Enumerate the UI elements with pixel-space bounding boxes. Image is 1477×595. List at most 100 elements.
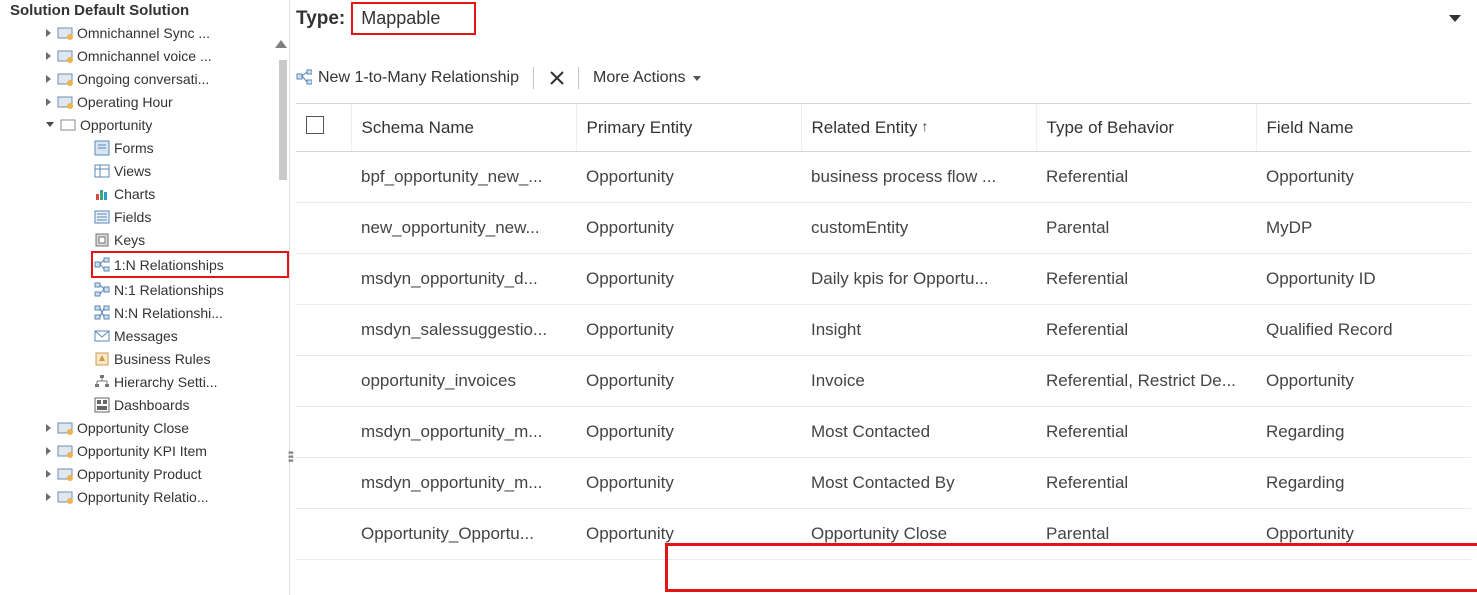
cell-field: Opportunity [1256, 356, 1471, 407]
cell-field: MyDP [1256, 203, 1471, 254]
tree-node-business-rules[interactable]: Business Rules [94, 347, 289, 370]
cell-primary: Opportunity [576, 407, 801, 458]
tree-node-dashboards[interactable]: Dashboards [94, 393, 289, 416]
column-header-schema[interactable]: Schema Name [351, 104, 576, 152]
cell-schema: new_opportunity_new... [351, 203, 576, 254]
sort-ascending-icon: ↑ [921, 118, 928, 134]
cell-behavior: Referential [1036, 407, 1256, 458]
tree-node[interactable]: Opportunity Close [44, 416, 289, 439]
relationship-n1-icon [94, 282, 110, 298]
type-select[interactable]: Mappable [351, 2, 476, 35]
cell-schema: bpf_opportunity_new_... [351, 152, 576, 203]
cell-schema: msdyn_opportunity_m... [351, 407, 576, 458]
tree-node-1n-relationships[interactable]: 1:N Relationships [91, 251, 289, 278]
column-header-field[interactable]: Field Name [1256, 104, 1471, 152]
cell-schema: Opportunity_Opportu... [351, 509, 576, 560]
sidebar-title: Solution Default Solution [0, 0, 289, 21]
tree-node-charts[interactable]: Charts [94, 182, 289, 205]
messages-icon [94, 328, 110, 344]
table-row[interactable]: opportunity_invoicesOpportunityInvoiceRe… [296, 356, 1471, 407]
keys-icon [94, 232, 110, 248]
entity-icon [57, 71, 73, 87]
tree-node-fields[interactable]: Fields [94, 205, 289, 228]
cell-related: Daily kpis for Opportu... [801, 254, 1036, 305]
cell-behavior: Referential [1036, 254, 1256, 305]
dashboards-icon [94, 397, 110, 413]
select-all-checkbox[interactable] [306, 116, 324, 134]
tree-node-keys[interactable]: Keys [94, 228, 289, 251]
scrollbar-thumb[interactable] [279, 60, 287, 180]
delete-button[interactable] [548, 70, 564, 86]
new-relationship-button[interactable]: New 1-to-Many Relationship [296, 69, 519, 87]
cell-behavior: Referential [1036, 458, 1256, 509]
tree-node-nn-relationships[interactable]: N:N Relationshi... [94, 301, 289, 324]
tree-node-forms[interactable]: Forms [94, 136, 289, 159]
cell-schema: msdyn_opportunity_m... [351, 458, 576, 509]
views-icon [94, 163, 110, 179]
cell-behavior: Referential [1036, 152, 1256, 203]
column-header-related[interactable]: Related Entity↑ [801, 104, 1036, 152]
cell-schema: msdyn_salessuggestio... [351, 305, 576, 356]
sidebar: Solution Default Solution Omnichannel Sy… [0, 0, 290, 595]
entity-icon [57, 48, 73, 64]
cell-primary: Opportunity [576, 356, 801, 407]
table-row[interactable]: bpf_opportunity_new_...Opportunitybusine… [296, 152, 1471, 203]
cell-field: Opportunity [1256, 509, 1471, 560]
delete-icon [548, 70, 564, 86]
dropdown-caret-icon[interactable] [1449, 15, 1461, 22]
tree-node[interactable]: Operating Hour [44, 90, 289, 113]
cell-schema: msdyn_opportunity_d... [351, 254, 576, 305]
toolbar: New 1-to-Many Relationship More Actions [296, 43, 1471, 103]
column-header-behavior[interactable]: Type of Behavior [1036, 104, 1256, 152]
tree-node[interactable]: Omnichannel Sync ... [44, 21, 289, 44]
business-rules-icon [94, 351, 110, 367]
table-row[interactable]: Opportunity_Opportu...OpportunityOpportu… [296, 509, 1471, 560]
table-row[interactable]: msdyn_opportunity_m...OpportunityMost Co… [296, 458, 1471, 509]
cell-field: Opportunity [1256, 152, 1471, 203]
tree-node[interactable]: Opportunity Relatio... [44, 485, 289, 508]
cell-related: Invoice [801, 356, 1036, 407]
forms-icon [94, 140, 110, 156]
cell-behavior: Parental [1036, 203, 1256, 254]
table-row[interactable]: msdyn_salessuggestio...OpportunityInsigh… [296, 305, 1471, 356]
cell-related: Most Contacted By [801, 458, 1036, 509]
entity-icon [60, 117, 76, 133]
cell-behavior: Referential, Restrict De... [1036, 356, 1256, 407]
tree-node[interactable]: Opportunity KPI Item [44, 439, 289, 462]
entity-icon [57, 25, 73, 41]
table-row[interactable]: msdyn_opportunity_m...OpportunityMost Co… [296, 407, 1471, 458]
more-actions-button[interactable]: More Actions [593, 69, 701, 87]
relationships-table: Schema Name Primary Entity Related Entit… [296, 103, 1471, 560]
cell-primary: Opportunity [576, 152, 801, 203]
table-row[interactable]: msdyn_opportunity_d...OpportunityDaily k… [296, 254, 1471, 305]
cell-field: Regarding [1256, 407, 1471, 458]
cell-primary: Opportunity [576, 509, 801, 560]
cell-related: Most Contacted [801, 407, 1036, 458]
tree-node-views[interactable]: Views [94, 159, 289, 182]
tree-node[interactable]: Omnichannel voice ... [44, 44, 289, 67]
cell-field: Qualified Record [1256, 305, 1471, 356]
column-header-primary[interactable]: Primary Entity [576, 104, 801, 152]
relationship-nn-icon [94, 305, 110, 321]
column-header-checkbox[interactable] [296, 104, 351, 152]
tree-node-n1-relationships[interactable]: N:1 Relationships [94, 278, 289, 301]
tree-node-messages[interactable]: Messages [94, 324, 289, 347]
entity-icon [57, 420, 73, 436]
type-label: Type: [296, 8, 345, 30]
tree-node-opportunity[interactable]: Opportunity [44, 113, 289, 136]
fields-icon [94, 209, 110, 225]
cell-related: business process flow ... [801, 152, 1036, 203]
scrollbar-up-arrow[interactable] [275, 40, 287, 48]
cell-primary: Opportunity [576, 203, 801, 254]
main-panel: Type: Mappable New 1-to-Many Relationshi… [290, 0, 1477, 595]
tree-node[interactable]: Opportunity Product [44, 462, 289, 485]
cell-related: Insight [801, 305, 1036, 356]
table-row[interactable]: new_opportunity_new...OpportunitycustomE… [296, 203, 1471, 254]
cell-behavior: Referential [1036, 305, 1256, 356]
relationship-icon [296, 70, 312, 86]
tree-node[interactable]: Ongoing conversati... [44, 67, 289, 90]
chevron-down-icon [693, 76, 701, 81]
tree-node-hierarchy-settings[interactable]: Hierarchy Setti... [94, 370, 289, 393]
cell-related: Opportunity Close [801, 509, 1036, 560]
cell-behavior: Parental [1036, 509, 1256, 560]
